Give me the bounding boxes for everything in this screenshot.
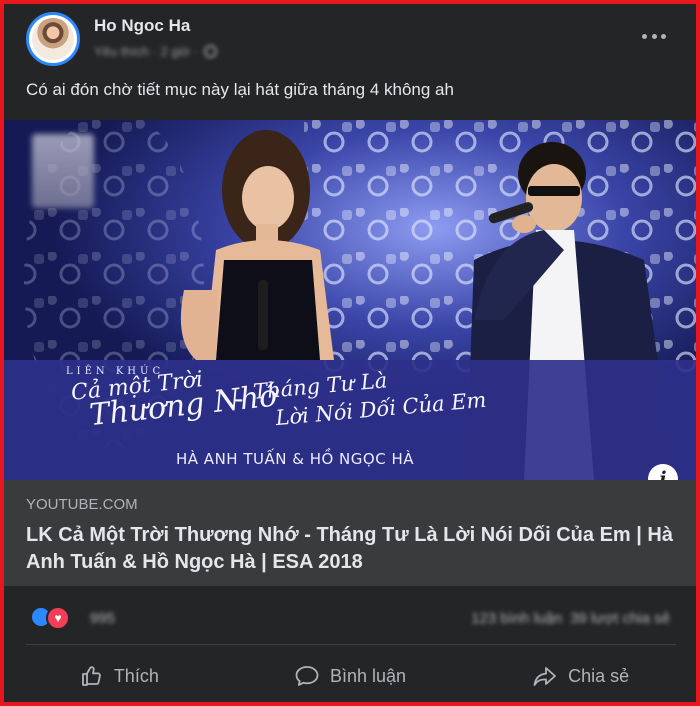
author-name[interactable]: Ho Ngoc Ha (94, 16, 190, 36)
post-text: Có ai đón chờ tiết mục này lại hát giữa … (26, 80, 454, 99)
post-card: Ho Ngoc Ha Yêu thích · 2 giờ · Có ai đón… (4, 4, 696, 702)
comment-icon (295, 666, 319, 686)
overlay-artists: HÀ ANH TUẤN & HỒ NGỌC HÀ (176, 450, 414, 468)
share-count[interactable]: 39 lượt chia sẻ (570, 610, 670, 627)
reaction-count[interactable]: 995 (90, 610, 115, 627)
globe-icon (203, 44, 217, 58)
overlay-dash: - (234, 382, 244, 415)
thumbs-up-icon (81, 666, 101, 686)
like-label: Thích (113, 665, 159, 686)
reaction-icons[interactable]: ♥ (30, 606, 80, 630)
reactions-bar: ♥ 995 123 bình luận 39 lượt chia sẻ (4, 586, 696, 648)
event-logo (32, 134, 94, 208)
share-button[interactable]: Chia sẻ (465, 650, 696, 702)
comment-button[interactable]: Bình luận (235, 650, 466, 702)
share-icon (533, 667, 557, 686)
more-options-icon[interactable] (642, 28, 666, 44)
action-bar: Thích Bình luận Chia sẻ (4, 650, 696, 702)
divider (26, 644, 676, 645)
post-header: Ho Ngoc Ha Yêu thích · 2 giờ · (4, 4, 696, 76)
post-timestamp[interactable]: Yêu thích · 2 giờ · (94, 44, 198, 59)
avatar-image (32, 18, 74, 60)
heart-reaction-icon: ♥ (46, 606, 70, 630)
post-meta: Yêu thích · 2 giờ · (94, 42, 217, 60)
post-stats: 123 bình luận 39 lượt chia sẻ (471, 610, 670, 627)
link-title[interactable]: LK Cả Một Trời Thương Nhớ - Tháng Tư Là … (26, 522, 676, 576)
share-label: Chia sẻ (568, 665, 630, 686)
link-preview[interactable]: YOUTUBE.COM LK Cả Một Trời Thương Nhớ - … (4, 480, 696, 586)
avatar[interactable] (26, 12, 80, 66)
like-button[interactable]: Thích (4, 650, 235, 702)
link-domain: YOUTUBE.COM (26, 496, 138, 513)
comment-label: Bình luận (329, 665, 407, 686)
comment-count[interactable]: 123 bình luận (471, 610, 562, 627)
video-thumbnail[interactable]: LIÊN KHÚC Cả một Trời Thương Nhớ - Tháng… (4, 120, 696, 480)
